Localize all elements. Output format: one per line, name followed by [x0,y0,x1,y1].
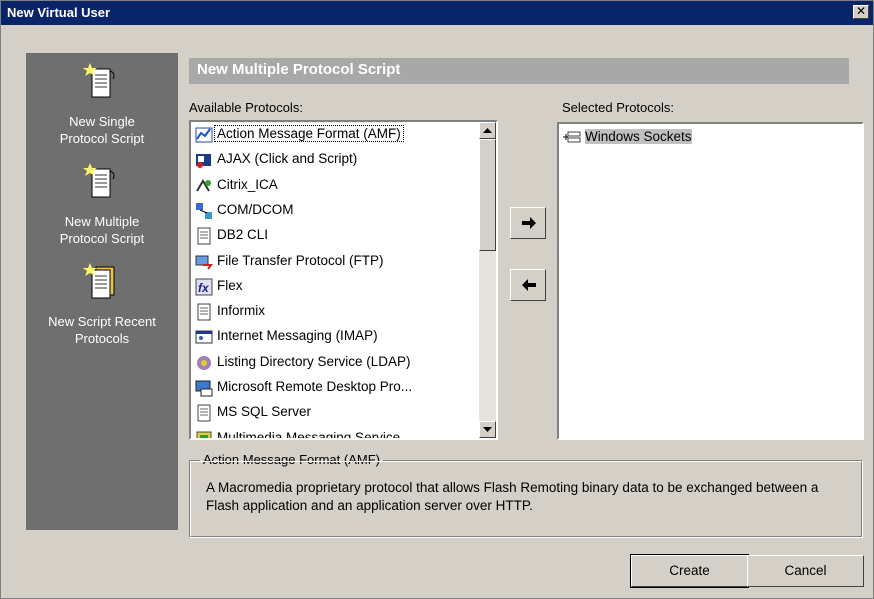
title-bar[interactable]: New Virtual User ✕ [1,1,873,25]
sockets-icon [563,131,581,143]
scroll-down-icon [483,427,492,432]
arrow-right-icon [522,217,536,229]
list-item-label: Citrix_ICA [217,176,278,192]
ldap-icon [197,355,211,370]
list-item-label: Windows Sockets [585,129,692,144]
citrix-icon [196,178,211,192]
selected-protocols-list[interactable]: Windows Sockets [557,122,864,440]
sidebar-item-label: New Multiple Protocol Script [59,214,145,246]
remove-protocol-button[interactable] [510,269,546,301]
list-item-label: MS SQL Server [217,404,312,420]
scroll-up-icon [483,128,492,133]
document-icon [197,227,211,245]
amf-icon [195,127,213,143]
close-icon: ✕ [855,4,867,18]
dialog-window: New Virtual User ✕ New Single Protocol S… [0,0,874,599]
list-item-label: AJAX (Click and Script) [217,151,358,167]
description-title: Action Message Format (AMF) [200,452,383,467]
list-item-label: Action Message Format (AMF) [214,125,404,142]
mms-icon [196,431,212,438]
svg-text:fx: fx [198,281,210,295]
com-icon [196,202,212,219]
create-button[interactable]: Create [630,554,749,588]
list-item-label: Informix [217,303,266,319]
scroll-thumb[interactable] [479,139,496,251]
imap-icon [195,330,213,344]
sidebar-item-single-protocol[interactable]: New Single Protocol Script [26,61,178,147]
list-item-label: Multimedia Messaging Service [217,429,401,440]
list-item-label: Internet Messaging (IMAP) [217,328,378,344]
sidebar-item-label: New Single Protocol Script [59,114,145,146]
arrow-left-icon [522,279,536,291]
script-icon [83,63,115,98]
sidebar-item-recent-protocols[interactable]: New Script Recent Protocols [26,261,178,347]
section-title: New Multiple Protocol Script [197,61,401,78]
scroll-up-button[interactable] [479,122,496,139]
available-protocols-label: Available Protocols: [189,100,303,115]
list-item-label: File Transfer Protocol (FTP) [217,252,384,268]
list-item-label: DB2 CLI [217,227,269,243]
available-protocols-list[interactable]: Action Message Format (AMF) AJAX (Click a… [189,120,498,440]
add-protocol-button[interactable] [510,207,546,239]
document-icon [197,303,211,321]
ajax-icon [196,154,211,169]
recent-script-icon [83,263,115,299]
multi-script-icon [83,163,115,198]
list-item-label: Microsoft Remote Desktop Pro... [217,379,413,394]
sidebar-item-multiple-protocol[interactable]: New Multiple Protocol Script [26,161,178,247]
close-button[interactable]: ✕ [853,5,869,19]
cancel-button[interactable]: Cancel [747,555,864,587]
window-title: New Virtual User [7,5,111,20]
description-group: Action Message Format (AMF) A Macromedia… [189,452,863,538]
rdp-icon [195,380,213,397]
list-item-label: COM/DCOM [217,201,294,217]
ftp-icon [195,255,213,270]
document-icon [197,404,211,422]
list-item-label: Flex [217,277,243,293]
list-item-label: Listing Directory Service (LDAP) [217,353,411,369]
flex-icon: fx [195,278,213,296]
sidebar: New Single Protocol Script New Multiple … [26,53,178,530]
description-text: A Macromedia proprietary protocol that a… [206,480,819,513]
section-header: New Multiple Protocol Script [189,58,849,84]
selected-protocols-label: Selected Protocols: [562,100,675,115]
sidebar-item-label: New Script Recent Protocols [48,314,156,346]
scroll-down-button[interactable] [479,421,496,438]
available-list-scrollbar[interactable] [479,122,496,438]
